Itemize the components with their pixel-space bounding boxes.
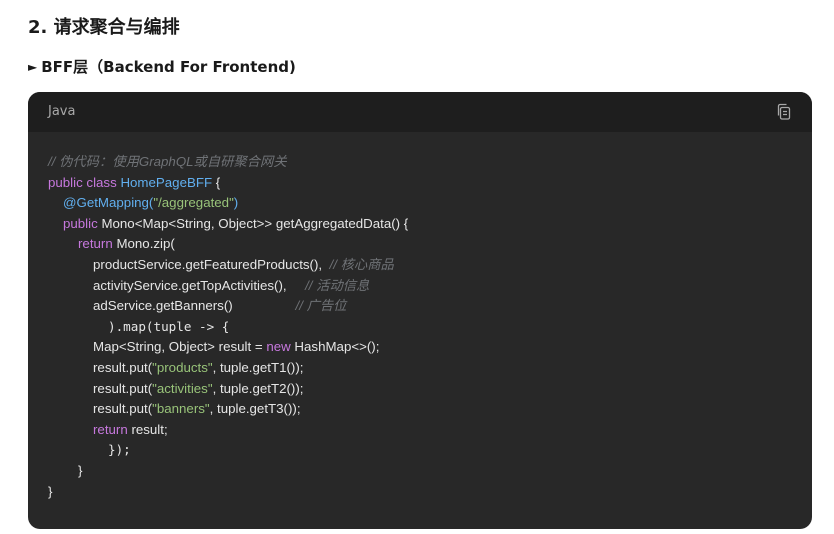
code-line: ).map(tuple -> {: [48, 317, 792, 338]
code-comment: // 活动信息: [305, 277, 370, 293]
code-block: Java // 伪代码：使用GraphQL或自研聚合网关 public clas…: [28, 92, 812, 529]
code-text: productService.getFeaturedProducts(),: [93, 256, 330, 272]
code-string: "activities": [152, 380, 213, 396]
code-text: ).map(tuple -> {: [108, 318, 230, 334]
triangle-marker-icon: ►: [28, 60, 38, 74]
code-text: , tuple.getT1());: [212, 359, 304, 375]
code-text: HashMap<>();: [290, 339, 380, 355]
code-line: result.put("products", tuple.getT1());: [48, 358, 792, 379]
code-text: {: [212, 174, 221, 190]
code-text: , tuple.getT3());: [209, 401, 301, 417]
code-comment: // 广告位: [295, 298, 347, 314]
code-content: // 伪代码：使用GraphQL或自研聚合网关 public class Hom…: [48, 152, 792, 502]
code-block-header: Java: [28, 92, 812, 132]
code-text: , tuple.getT2());: [212, 380, 304, 396]
code-annotation: @GetMapping(: [63, 195, 154, 211]
code-line: public class HomePageBFF {: [48, 173, 792, 194]
code-annotation: ): [233, 195, 239, 211]
code-line: }: [48, 482, 792, 503]
code-text: result.put(: [93, 380, 153, 396]
code-text: Mono<Map<String, Object>> getAggregatedD…: [97, 215, 409, 231]
code-comment: // 伪代码：使用GraphQL或自研聚合网关: [48, 154, 287, 169]
subsection-heading: ► BFF层（Backend For Frontend): [28, 56, 296, 78]
code-keyword: public: [63, 215, 98, 231]
code-line: result.put("activities", tuple.getT2());: [48, 379, 792, 400]
copy-icon: [777, 103, 791, 120]
code-string: "/aggregated": [153, 195, 234, 211]
code-text: result.put(: [93, 401, 153, 417]
code-line: public Mono<Map<String, Object>> getAggr…: [48, 214, 792, 235]
copy-code-button[interactable]: [774, 102, 794, 122]
code-line: adService.getBanners() // 广告位: [48, 296, 792, 317]
code-keyword: return: [93, 421, 128, 437]
code-line: result.put("banners", tuple.getT3());: [48, 399, 792, 420]
code-line: // 伪代码：使用GraphQL或自研聚合网关: [48, 152, 792, 173]
code-text: result.put(: [93, 359, 153, 375]
code-text: result;: [127, 421, 168, 437]
code-class-name: HomePageBFF: [120, 174, 213, 190]
code-line: return Mono.zip(: [48, 234, 792, 255]
code-line: }: [48, 461, 792, 482]
code-string: "products": [152, 359, 213, 375]
code-text: adService.getBanners(): [93, 298, 296, 314]
subsection-heading-text: BFF层（Backend For Frontend): [41, 58, 296, 76]
code-line: return result;: [48, 420, 792, 441]
code-line: productService.getFeaturedProducts(), //…: [48, 255, 792, 276]
code-text: }: [78, 462, 83, 478]
code-comment: // 核心商品: [329, 256, 394, 272]
code-keyword: new: [266, 339, 291, 355]
code-keyword: return: [78, 236, 113, 252]
code-line: });: [48, 440, 792, 461]
code-line: activityService.getTopActivities(), // 活…: [48, 276, 792, 297]
code-text: Mono.zip(: [112, 236, 175, 252]
section-heading: 2. 请求聚合与编排: [28, 17, 180, 38]
code-text: });: [108, 442, 131, 458]
code-line: Map<String, Object> result = new HashMap…: [48, 337, 792, 358]
code-text: }: [48, 483, 53, 499]
code-language-label: Java: [48, 104, 76, 119]
code-text: activityService.getTopActivities(),: [93, 277, 306, 293]
code-keyword: public class: [48, 174, 121, 190]
code-string: "banners": [152, 401, 210, 417]
code-line: @GetMapping("/aggregated"): [48, 193, 792, 214]
code-text: Map<String, Object> result =: [93, 339, 267, 355]
